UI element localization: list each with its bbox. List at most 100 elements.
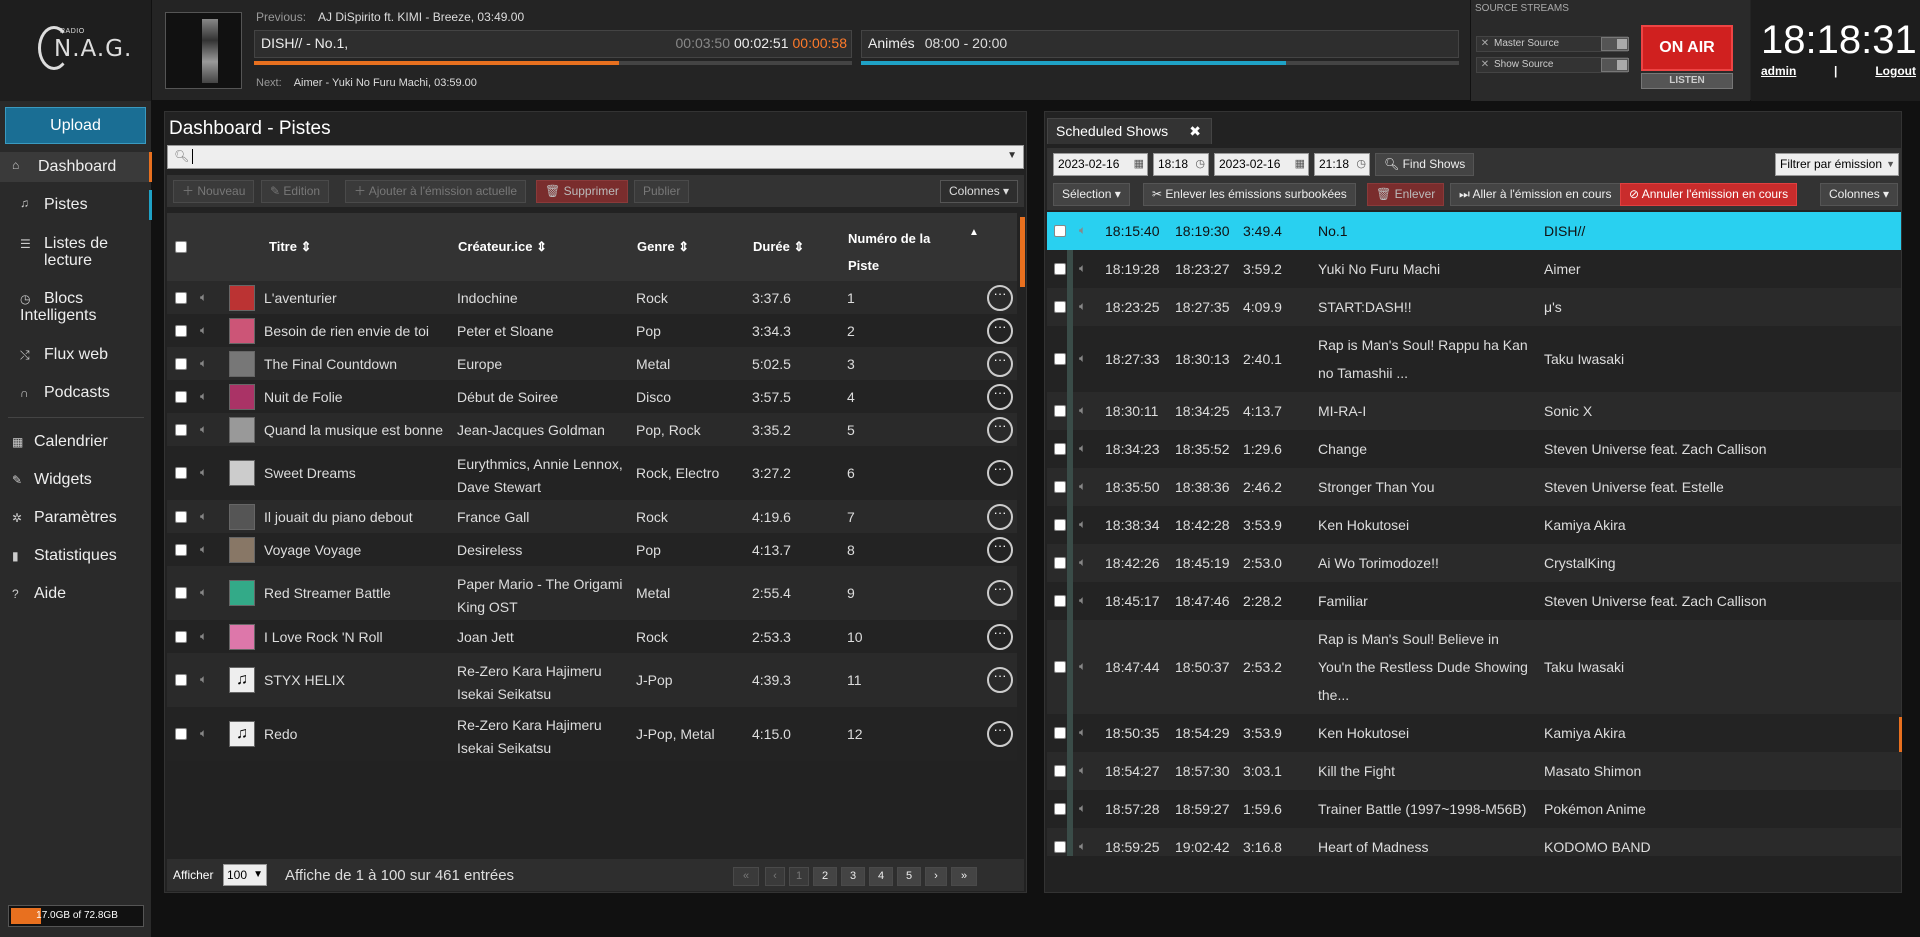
speaker-icon[interactable]: 🔈︎ — [1079, 659, 1086, 674]
sidebar-item-blocs[interactable]: ◷ Blocs Intelligents — [0, 290, 152, 326]
page-button[interactable]: 1 — [789, 867, 809, 886]
more-options-icon[interactable]: ··· — [987, 384, 1013, 410]
speaker-icon[interactable]: 🔈︎ — [1079, 763, 1086, 778]
more-options-icon[interactable]: ··· — [987, 351, 1013, 377]
speaker-icon[interactable]: 🔈︎ — [1079, 299, 1086, 314]
schedule-row[interactable]: 🔈︎ 18:23:25 18:27:35 4:09.9 START:DASH!! μ's — [1047, 288, 1901, 326]
more-options-icon[interactable]: ··· — [987, 667, 1013, 693]
user-link[interactable]: admin — [1761, 64, 1796, 78]
more-options-icon[interactable]: ··· — [987, 721, 1013, 747]
row-checkbox[interactable] — [175, 544, 187, 556]
end-time-input[interactable]: 21:18 ◷ — [1314, 153, 1370, 176]
row-checkbox[interactable] — [1054, 353, 1066, 365]
logout-link[interactable]: Logout — [1875, 64, 1916, 78]
speaker-icon[interactable]: 🔈︎ — [200, 356, 207, 371]
sidebar-item-aide[interactable]: ? Aide — [0, 585, 152, 609]
table-row[interactable]: 🔈︎ Voyage Voyage Desireless Pop 4:13.7 8 ··· — [167, 533, 1017, 566]
more-options-icon[interactable]: ··· — [987, 285, 1013, 311]
row-checkbox[interactable] — [1054, 841, 1066, 853]
speaker-icon[interactable]: 🔈︎ — [1079, 403, 1086, 418]
speaker-icon[interactable]: 🔈︎ — [1079, 441, 1086, 456]
columns-button[interactable]: Colonnes ▾ — [940, 180, 1019, 203]
table-row[interactable]: 🔈︎ Sweet Dreams Eurythmics, Annie Lennox, D… — [167, 446, 1017, 500]
scrollbar[interactable] — [1899, 717, 1902, 752]
speaker-icon[interactable]: 🔈︎ — [1079, 801, 1086, 816]
scrollbar[interactable] — [1020, 217, 1025, 287]
speaker-icon[interactable]: 🔈︎ — [200, 290, 207, 305]
row-checkbox[interactable] — [175, 292, 187, 304]
table-row[interactable]: 🔈︎ Nuit de Folie Début de Soiree Disco 3:57.… — [167, 380, 1017, 413]
row-checkbox[interactable] — [1054, 519, 1066, 531]
sidebar-item-flux-web[interactable]: ⤭ Flux web — [0, 346, 152, 370]
schedule-row[interactable]: 🔈︎ 18:50:35 18:54:29 3:53.9 Ken Hokutosei Kam… — [1047, 714, 1901, 752]
speaker-icon[interactable]: 🔈︎ — [1079, 479, 1086, 494]
chevron-down-icon[interactable]: ▼ — [1007, 150, 1017, 161]
more-options-icon[interactable]: ··· — [987, 460, 1013, 486]
row-checkbox[interactable] — [1054, 481, 1066, 493]
table-row[interactable]: 🔈︎ The Final Countdown Europe Metal 5:02.5 3 ·… — [167, 347, 1017, 380]
table-row[interactable]: 🔈︎ ♫ Redo Re-Zero Kara Hajimeru Isekai Seika… — [167, 707, 1017, 761]
on-air-button[interactable]: ON AIR — [1641, 25, 1733, 71]
row-checkbox[interactable] — [1054, 225, 1066, 237]
select-all-checkbox[interactable] — [175, 241, 187, 253]
schedule-row[interactable]: 🔈︎ 18:15:40 18:19:30 3:49.4 No.1 DISH// — [1047, 212, 1901, 250]
schedule-row[interactable]: 🔈︎ 18:30:11 18:34:25 4:13.7 MI-RA-I Sonic X — [1047, 392, 1901, 430]
row-checkbox[interactable] — [1054, 443, 1066, 455]
speaker-icon[interactable]: 🔈︎ — [200, 422, 207, 437]
table-row[interactable]: 🔈︎ I Love Rock 'N Roll Joan Jett Rock 2:53.3… — [167, 620, 1017, 653]
page-button[interactable]: 5 — [897, 867, 921, 886]
col-creator[interactable]: Créateur.ice ⇕ — [458, 239, 547, 255]
speaker-icon[interactable]: 🔈︎ — [1079, 555, 1086, 570]
sidebar-item-widgets[interactable]: ✎ Widgets — [0, 471, 152, 495]
new-button[interactable]: ＋ Nouveau — [173, 180, 255, 203]
table-row[interactable]: 🔈︎ Red Streamer Battle Paper Mario - The O… — [167, 566, 1017, 620]
speaker-icon[interactable]: 🔈︎ — [200, 585, 207, 600]
upload-button[interactable]: Upload — [5, 107, 146, 144]
schedule-row[interactable]: 🔈︎ 18:34:23 18:35:52 1:29.6 Change Steven Uni… — [1047, 430, 1901, 468]
row-checkbox[interactable] — [175, 511, 187, 523]
more-options-icon[interactable]: ··· — [987, 318, 1013, 344]
remove-overbooked-button[interactable]: ✂ Enlever les émissions surbookées — [1143, 183, 1356, 206]
sort-asc-icon[interactable]: ▲ — [969, 227, 979, 238]
close-icon[interactable]: ✕ — [1479, 59, 1491, 71]
row-checkbox[interactable] — [1054, 803, 1066, 815]
page-button[interactable]: › — [925, 867, 947, 886]
schedule-row[interactable]: 🔈︎ 18:47:44 18:50:37 2:53.2 Rap is Man's Sou… — [1047, 620, 1901, 714]
row-checkbox[interactable] — [175, 325, 187, 337]
speaker-icon[interactable]: 🔈︎ — [200, 509, 207, 524]
sidebar-item-dashboard[interactable]: ⌂ Dashboard — [0, 152, 152, 182]
schedule-row[interactable]: 🔈︎ 18:54:27 18:57:30 3:03.1 Kill the Fight Ma… — [1047, 752, 1901, 790]
speaker-icon[interactable]: 🔈︎ — [200, 465, 207, 480]
columns-button[interactable]: Colonnes ▾ — [1820, 183, 1899, 206]
col-title[interactable]: Titre ⇕ — [269, 239, 311, 255]
speaker-icon[interactable]: 🔈︎ — [200, 389, 207, 404]
remove-button[interactable]: 🗑︎ Enlever — [1367, 183, 1445, 206]
speaker-icon[interactable]: 🔈︎ — [200, 726, 207, 741]
per-page-select[interactable]: 100 ▼ — [223, 864, 267, 886]
speaker-icon[interactable]: 🔈︎ — [1079, 725, 1086, 740]
more-options-icon[interactable]: ··· — [987, 417, 1013, 443]
schedule-row[interactable]: 🔈︎ 18:45:17 18:47:46 2:28.2 Familiar Steven U… — [1047, 582, 1901, 620]
row-checkbox[interactable] — [1054, 301, 1066, 313]
table-row[interactable]: 🔈︎ L'aventurier Indochine Rock 3:37.6 1 ··· — [167, 281, 1017, 314]
start-date-input[interactable]: 2023-02-16 ▦ — [1053, 153, 1148, 176]
col-duration[interactable]: Durée ⇕ — [753, 239, 804, 255]
speaker-icon[interactable]: 🔈︎ — [200, 323, 207, 338]
more-options-icon[interactable]: ··· — [987, 624, 1013, 650]
col-genre[interactable]: Genre ⇕ — [637, 239, 689, 255]
sidebar-item-podcasts[interactable]: ∩ Podcasts — [0, 384, 152, 408]
delete-button[interactable]: 🗑︎ Supprimer — [536, 180, 628, 203]
speaker-icon[interactable]: 🔈︎ — [1079, 839, 1086, 854]
cancel-current-show-button[interactable]: ⊘ Annuler l'émission en cours — [1620, 183, 1798, 206]
speaker-icon[interactable]: 🔈︎ — [1079, 261, 1086, 276]
sidebar-item-parametres[interactable]: ✲ Paramètres — [0, 509, 152, 533]
page-button[interactable]: 4 — [869, 867, 893, 886]
table-row[interactable]: 🔈︎ Quand la musique est bonne Jean-Jacques… — [167, 413, 1017, 446]
speaker-icon[interactable]: 🔈︎ — [200, 672, 207, 687]
edit-button[interactable]: ✎ Edition — [261, 180, 330, 203]
selection-button[interactable]: Sélection ▾ — [1053, 183, 1130, 206]
table-row[interactable]: 🔈︎ Besoin de rien envie de toi Peter et Sl… — [167, 314, 1017, 347]
show-source-toggle[interactable] — [1601, 58, 1629, 72]
more-options-icon[interactable]: ··· — [987, 537, 1013, 563]
close-icon[interactable]: ✕ — [1479, 38, 1491, 50]
